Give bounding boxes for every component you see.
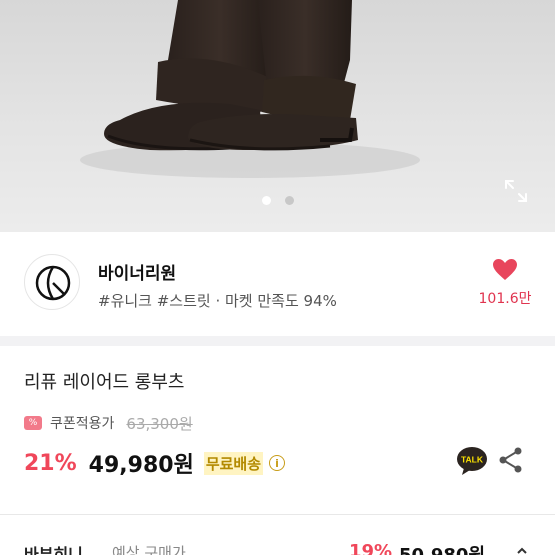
heart-icon <box>493 259 517 280</box>
section-divider-thin <box>0 514 555 515</box>
discount-rate: 21% <box>24 450 77 476</box>
like-count: 101.6만 <box>478 291 532 307</box>
product-image-carousel[interactable] <box>0 0 555 232</box>
related-item-row[interactable]: 바부히니 예상 구매가 19% 50,980원 <box>24 541 534 555</box>
expand-icon[interactable] <box>503 178 529 204</box>
coupon-label: 쿠폰적용가 <box>50 416 115 432</box>
like-button[interactable]: 101.6만 <box>474 258 536 308</box>
section-divider <box>0 336 555 346</box>
related-item-subtitle: 예상 구매가 <box>112 544 186 555</box>
related-item-discount: 19% <box>349 541 393 555</box>
coupon-price-row: % 쿠폰적용가 63,300원 <box>24 413 193 433</box>
free-shipping-badge: 무료배송 <box>203 451 264 475</box>
seller-tags: #유니크 #스트릿 · 마켓 만족도 94% <box>98 292 337 310</box>
product-title: 리퓨 레이어드 롱부츠 <box>24 372 185 393</box>
related-item-brand: 바부히니 <box>24 545 83 555</box>
carousel-dot-active[interactable] <box>261 196 271 205</box>
original-price: 63,300원 <box>126 414 193 433</box>
seller-section[interactable]: 바이너리원 #유니크 #스트릿 · 마켓 만족도 94% 101.6만 <box>0 232 555 336</box>
sale-price: 49,980원 <box>88 453 194 478</box>
info-icon[interactable]: i <box>269 455 286 471</box>
seller-logo-mark <box>35 265 71 301</box>
price-row: 21% 49,980원 무료배송 i <box>24 448 286 478</box>
carousel-dot[interactable] <box>284 196 294 205</box>
related-item-price: 50,980원 <box>399 541 485 555</box>
svg-text:TALK: TALK <box>461 455 484 465</box>
carousel-indicator <box>0 196 555 205</box>
chevron-up-icon[interactable] <box>516 545 528 555</box>
seller-name[interactable]: 바이너리원 <box>98 259 176 284</box>
kakao-talk-icon[interactable]: TALK <box>456 446 488 476</box>
seller-logo[interactable] <box>24 254 80 310</box>
coupon-icon: % <box>24 416 42 430</box>
share-icon[interactable] <box>497 446 525 474</box>
